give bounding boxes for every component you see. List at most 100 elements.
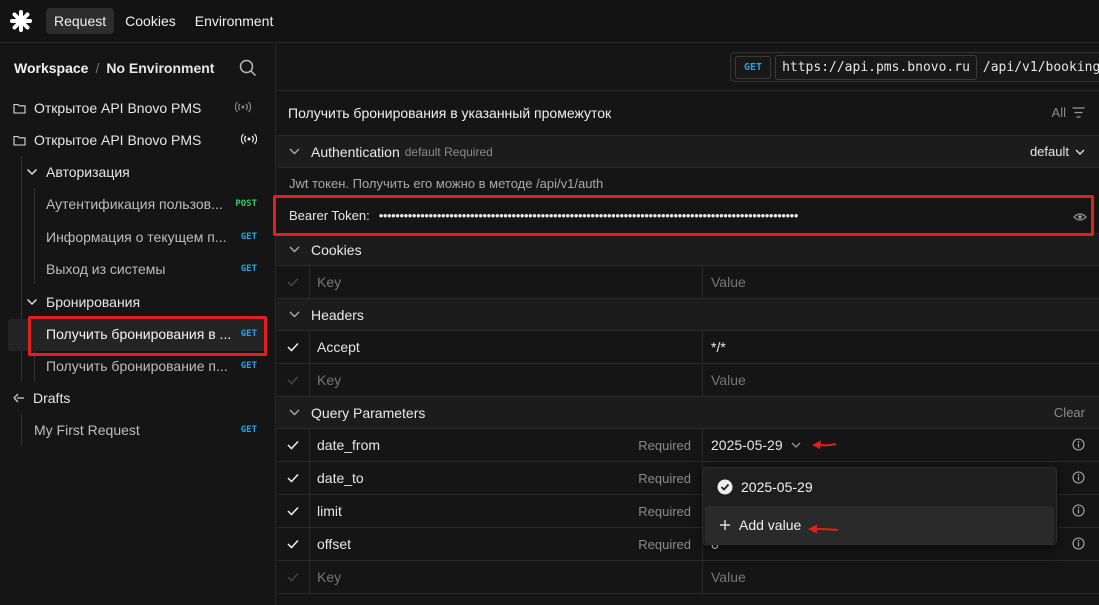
header-key-input[interactable]: Accept [310, 331, 703, 363]
filter-icon [1072, 107, 1085, 118]
method-badge: GET [240, 361, 257, 371]
table-row: Accept */* [277, 331, 1099, 364]
check-icon[interactable] [277, 462, 310, 494]
filter-label: All [1051, 105, 1066, 120]
environment-selector[interactable]: No Environment [106, 60, 214, 76]
info-icon[interactable] [1072, 504, 1085, 520]
check-icon[interactable] [277, 429, 310, 461]
section-title: Authentication [311, 143, 400, 160]
sidebar-drafts[interactable]: Drafts [13, 382, 253, 414]
tab-cookies[interactable]: Cookies [117, 8, 184, 34]
workspace-label[interactable]: Workspace [14, 60, 88, 76]
broadcast-icon [240, 133, 258, 148]
sidebar-folder-bookings[interactable]: Бронирования [26, 286, 256, 318]
dropdown-option-selected[interactable]: 2025-05-29 [703, 468, 1056, 506]
clear-button[interactable]: Clear [1054, 405, 1085, 420]
sidebar-request-auth-login[interactable]: Аутентификация пользов... POST [46, 188, 257, 220]
tab-environment[interactable]: Environment [187, 8, 282, 34]
bearer-token-label: Bearer Token: [289, 208, 370, 223]
param-key-label: date_from [317, 437, 381, 453]
sidebar-request-logout[interactable]: Выход из системы GET [46, 253, 257, 285]
sidebar-request-get-bookings[interactable]: Получить бронирования в ... GET [46, 318, 257, 350]
top-bar: Request Cookies Environment [0, 0, 1099, 43]
method-badge: GET [240, 264, 257, 274]
section-query-parameters[interactable]: Query Parameters Clear [277, 397, 1099, 429]
url-host[interactable]: https://api.pms.bnovo.ru [775, 54, 977, 80]
section-authentication[interactable]: Authentication default Required default [277, 136, 1099, 168]
info-icon[interactable] [1072, 438, 1085, 454]
param-key[interactable]: date_from Required [310, 429, 703, 461]
eye-icon[interactable] [1073, 210, 1087, 225]
dropdown-option-label: 2025-05-29 [741, 479, 813, 495]
sidebar-item-label: Drafts [33, 390, 71, 406]
drafts-icon [13, 392, 25, 404]
sidebar-item-label: Получить бронирования в ... [46, 326, 232, 342]
header-value-input[interactable]: */* [703, 331, 1099, 363]
param-key[interactable]: date_to Required [310, 462, 703, 494]
check-icon[interactable] [277, 331, 310, 363]
broadcast-icon [234, 101, 252, 116]
method-badge: GET [240, 425, 257, 435]
auth-profile-label: default [1029, 144, 1069, 159]
table-row: date_from Required 2025-05-29 [277, 429, 1099, 462]
search-icon[interactable] [239, 59, 257, 80]
sidebar-item-label: Информация о текущем п... [46, 229, 227, 245]
app-logo-icon[interactable] [9, 9, 33, 33]
check-icon[interactable] [277, 364, 310, 396]
param-value-input[interactable]: Value [703, 561, 1099, 593]
tab-request[interactable]: Request [46, 8, 115, 34]
url-input[interactable]: GET https://api.pms.bnovo.ru /api/v1/boo… [730, 52, 1099, 82]
sidebar-request-first[interactable]: My First Request GET [34, 414, 257, 446]
filter-control[interactable]: All [1052, 105, 1085, 120]
url-path[interactable]: /api/v1/bookings [983, 60, 1099, 75]
section-title: Headers [311, 306, 364, 323]
check-icon[interactable] [277, 266, 310, 298]
bearer-token-row: Bearer Token: ••••••••••••••••••••••••••… [277, 198, 1099, 234]
check-circle-icon [717, 479, 733, 495]
required-tag: Required [638, 503, 691, 519]
request-title: Получить бронирования в указанный промеж… [288, 105, 612, 121]
section-subtitle: default Required [404, 144, 493, 159]
tree-guide [34, 188, 35, 284]
cookie-value-input[interactable]: Value [703, 266, 1099, 298]
required-tag: Required [638, 536, 691, 552]
section-cookies[interactable]: Cookies [277, 234, 1099, 266]
sidebar-item-collection-1[interactable]: Открытое API Bnovo PMS [13, 92, 252, 124]
sidebar-item-label: Выход из системы [46, 261, 166, 277]
cookie-key-input[interactable]: Key [310, 266, 703, 298]
check-icon[interactable] [277, 528, 310, 560]
required-tag: Required [638, 437, 691, 453]
sidebar-item-collection-2[interactable]: Открытое API Bnovo PMS [13, 124, 258, 156]
sidebar-request-current-user[interactable]: Информация о текущем п... GET [46, 221, 257, 253]
chevron-down-icon [277, 311, 311, 318]
chevron-down-icon [277, 148, 311, 155]
chevron-down-icon [277, 409, 311, 416]
chevron-down-icon [26, 298, 38, 306]
table-row: Key Value [277, 266, 1099, 299]
header-key-input[interactable]: Key [310, 364, 703, 396]
info-icon[interactable] [1072, 537, 1085, 553]
param-key[interactable]: limit Required [310, 495, 703, 527]
param-key[interactable]: offset Required [310, 528, 703, 560]
sidebar-item-label: Получить бронирование п... [46, 358, 228, 374]
bearer-token-field[interactable]: ••••••••••••••••••••••••••••••••••••••••… [379, 208, 1051, 223]
sidebar-folder-auth[interactable]: Авторизация [26, 156, 256, 188]
method-badge: GET [240, 329, 257, 339]
sidebar-item-label: Открытое API Bnovo PMS [34, 100, 202, 116]
check-icon[interactable] [277, 561, 310, 593]
add-value-button[interactable]: Add value [705, 506, 1054, 544]
info-icon[interactable] [1072, 471, 1085, 487]
chevron-down-icon [791, 442, 801, 448]
chevron-down-icon [1075, 149, 1085, 155]
url-bar: GET https://api.pms.bnovo.ru /api/v1/boo… [277, 44, 1099, 91]
sidebar-request-get-booking[interactable]: Получить бронирование п... GET [46, 350, 257, 382]
method-selector[interactable]: GET [735, 55, 772, 79]
auth-profile-selector[interactable]: default [1030, 144, 1085, 159]
section-headers[interactable]: Headers [277, 299, 1099, 331]
check-icon[interactable] [277, 495, 310, 527]
tree-guide [21, 414, 22, 446]
header-value-input[interactable]: Value [703, 364, 1099, 396]
param-value-select[interactable]: 2025-05-29 [703, 429, 1099, 461]
request-title-bar: Получить бронирования в указанный промеж… [277, 91, 1099, 136]
param-key-input[interactable]: Key [310, 561, 703, 593]
